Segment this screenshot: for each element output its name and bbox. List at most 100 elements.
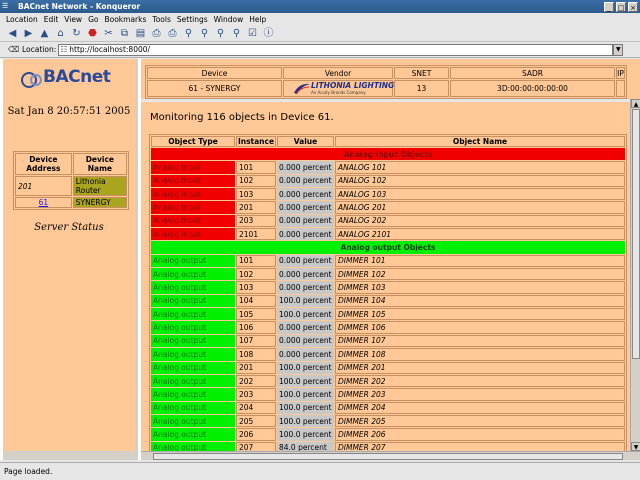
instance: 105	[236, 308, 276, 321]
right-frame: Device Vendor SNET SADR IP 61 - SYNERGY	[141, 59, 640, 460]
close-button[interactable]: ×	[628, 1, 638, 12]
object-type: Analog output	[151, 334, 235, 348]
chevron-down-icon[interactable]: ▼	[613, 43, 624, 56]
present-value: 0.000 percent	[277, 321, 334, 334]
present-value: 100.0 percent	[277, 294, 334, 308]
menu-help[interactable]: Help	[246, 15, 269, 24]
instance: 103	[236, 281, 276, 294]
object-table-header: Object Type Instance Value Object Name	[151, 136, 625, 147]
device-name-header: Device Name	[72, 153, 127, 175]
instance: 104	[236, 294, 276, 308]
col-snet-header: SNET	[394, 67, 449, 79]
col-sadr-header: SADR	[450, 67, 615, 79]
scrollbar-thumb[interactable]	[153, 453, 623, 460]
menu-go[interactable]: Go	[85, 15, 101, 24]
print-frame-icon[interactable]: ⎙	[166, 27, 179, 40]
up-icon[interactable]: ▲	[38, 27, 51, 40]
present-value: 100.0 percent	[277, 428, 334, 441]
back-icon[interactable]: ◀	[6, 27, 19, 40]
table-row: Analog Input 103 0.000 percent ANALOG 103	[151, 188, 625, 201]
object-type: Analog Input	[151, 174, 235, 188]
object-type: Analog Input	[151, 201, 235, 214]
table-row: Analog Input 101 0.000 percent ANALOG 101	[151, 161, 625, 174]
home-icon[interactable]: ⌂	[54, 27, 67, 40]
instance: 203	[236, 388, 276, 401]
menu-location[interactable]: Location	[0, 15, 41, 24]
reload-icon[interactable]: ↻	[70, 27, 83, 40]
object-name: DIMMER 206	[335, 428, 625, 441]
col-ip-header: IP	[616, 67, 625, 79]
object-name: ANALOG 2101	[335, 228, 625, 241]
location-bar: ⌫ Location: ☷ http://localhost:8000/ ▼	[0, 42, 640, 58]
ip-cell	[616, 80, 625, 97]
sadr-cell: 3D:00:00:00:00:00	[450, 80, 615, 97]
menu-edit[interactable]: Edit	[41, 15, 62, 24]
scroll-down-icon[interactable]: ▼	[631, 442, 640, 451]
object-type: Analog output	[151, 294, 235, 308]
menu-window[interactable]: Window	[211, 15, 247, 24]
left-horizontal-scrollbar[interactable]	[3, 451, 135, 460]
zoom-out-2-icon[interactable]: ⚲	[230, 27, 243, 40]
instance: 203	[236, 214, 276, 228]
zoom-in-icon[interactable]: ⚲	[182, 27, 195, 40]
table-row: Analog output 204 100.0 percent DIMMER 204	[151, 401, 625, 414]
col-device-header: Device	[147, 67, 282, 79]
object-name: DIMMER 101	[335, 254, 625, 268]
window-menu-icon[interactable]: ☰	[2, 1, 16, 12]
minimize-button[interactable]: _	[604, 1, 614, 12]
bacnet-logo-mark	[21, 72, 42, 88]
object-name: DIMMER 103	[335, 281, 625, 294]
object-name: DIMMER 105	[335, 308, 625, 321]
present-value: 100.0 percent	[277, 361, 334, 374]
page-icon: ☷	[60, 44, 68, 54]
vertical-scrollbar[interactable]: ▲ ▼	[630, 99, 640, 451]
menu-bar: Location Edit View Go Bookmarks Tools Se…	[0, 13, 640, 25]
menu-settings[interactable]: Settings	[174, 15, 211, 24]
horizontal-scrollbar[interactable]	[141, 451, 640, 460]
zoom-in-2-icon[interactable]: ⚲	[214, 27, 227, 40]
device-name: SYNERGY	[72, 197, 127, 208]
scrollbar-thumb[interactable]	[632, 109, 640, 359]
cut-icon[interactable]: ✂	[102, 27, 115, 40]
present-value: 0.000 percent	[277, 201, 334, 214]
paste-icon[interactable]: ▤	[134, 27, 147, 40]
menu-tools[interactable]: Tools	[149, 15, 173, 24]
print-icon[interactable]: ⎙	[150, 27, 163, 40]
object-type: Analog output	[151, 254, 235, 268]
instance: 101	[236, 254, 276, 268]
scroll-up-icon[interactable]: ▲	[631, 99, 640, 108]
instance: 202	[236, 374, 276, 388]
page-content: BACnet Sat Jan 8 20:57:51 2005 Device Ad…	[0, 59, 640, 460]
table-row: Analog output 104 100.0 percent DIMMER 104	[151, 294, 625, 308]
object-name: DIMMER 203	[335, 388, 625, 401]
col-object-name-header: Object Name	[335, 136, 625, 147]
object-name: DIMMER 205	[335, 414, 625, 428]
copy-icon[interactable]: ⧉	[118, 27, 131, 40]
table-row: Analog output 203 100.0 percent DIMMER 203	[151, 388, 625, 401]
zoom-out-icon[interactable]: ⚲	[198, 27, 211, 40]
menu-view[interactable]: View	[61, 15, 85, 24]
present-value: 0.000 percent	[277, 254, 334, 268]
info-icon[interactable]: ⓘ	[262, 27, 275, 40]
frame-divider[interactable]	[141, 99, 640, 102]
menu-bookmarks[interactable]: Bookmarks	[101, 15, 149, 24]
object-type: Analog output	[151, 308, 235, 321]
table-row: Analog output 107 0.000 percent DIMMER 107	[151, 334, 625, 348]
present-value: 0.000 percent	[277, 188, 334, 201]
lock-icon[interactable]: ☑	[246, 27, 259, 40]
table-row: Analog output 106 0.000 percent DIMMER 106	[151, 321, 625, 334]
stop-icon[interactable]: ⬣	[86, 27, 99, 40]
table-row: Analog output 108 0.000 percent DIMMER 108	[151, 348, 625, 361]
status-bar: Page loaded.	[0, 462, 640, 480]
url-input[interactable]: ☷ http://localhost:8000/	[58, 43, 614, 56]
clear-location-icon[interactable]: ⌫	[8, 44, 20, 56]
device-address-link[interactable]: 61	[15, 197, 72, 208]
forward-icon[interactable]: ▶	[22, 27, 35, 40]
server-status-link[interactable]: Server Status	[3, 222, 135, 233]
maximize-button[interactable]: □	[616, 1, 626, 12]
table-row: Analog output 102 0.000 percent DIMMER 102	[151, 268, 625, 281]
vendor-logo-subtext: An Acuity Brands Company	[311, 90, 366, 95]
instance: 206	[236, 428, 276, 441]
table-row: Analog Input 203 0.000 percent ANALOG 202	[151, 214, 625, 228]
object-type: Analog output	[151, 401, 235, 414]
